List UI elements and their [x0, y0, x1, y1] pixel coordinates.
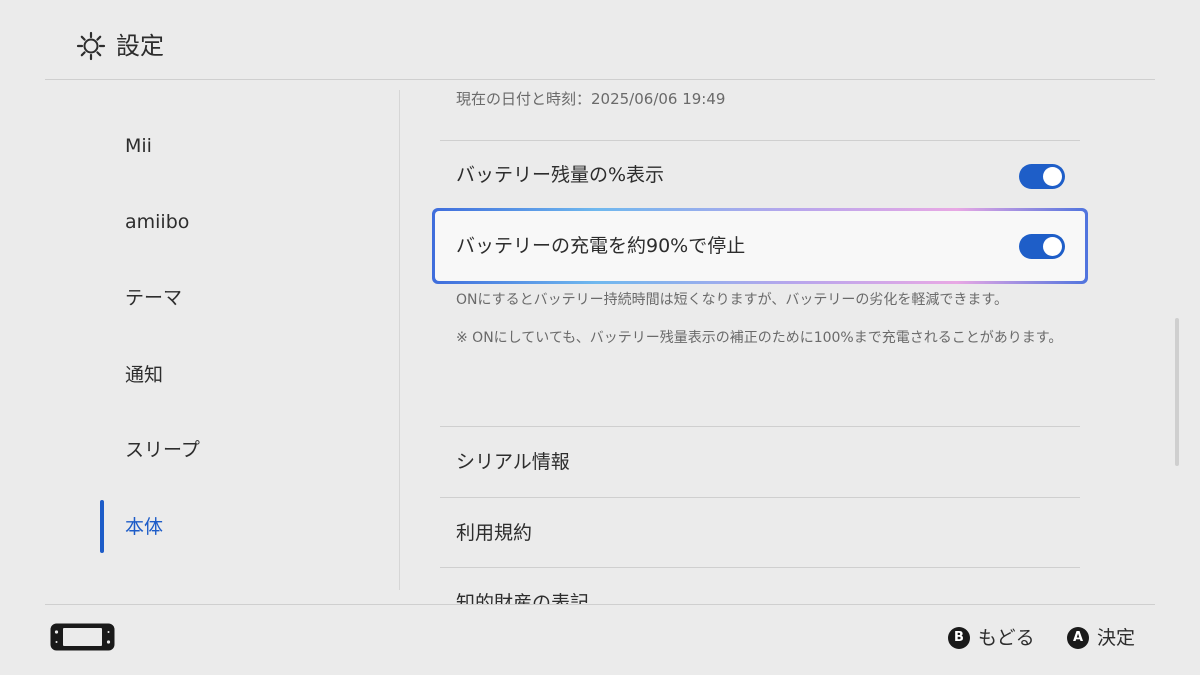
b-button-icon: B — [948, 627, 970, 649]
battery-percent-toggle[interactable] — [1019, 164, 1065, 189]
toggle-knob — [1043, 237, 1062, 256]
sidebar-item-sleep[interactable]: スリープ — [125, 437, 200, 463]
confirm-label: 決定 — [1097, 627, 1136, 649]
divider — [440, 140, 1080, 141]
battery-limit-footnote: ※ ONにしていても、バッテリー残量表示の補正のために100%まで充電されること… — [456, 330, 1063, 346]
confirm-button[interactable]: A 決定 — [1067, 626, 1135, 650]
back-button[interactable]: B もどる — [948, 626, 1035, 650]
battery-percent-label[interactable]: バッテリー残量の%表示 — [456, 162, 664, 188]
serial-info-item[interactable]: シリアル情報 — [456, 449, 570, 475]
ip-notice-item[interactable]: 知的財産の表記 — [456, 590, 589, 604]
sidebar-item-theme[interactable]: テーマ — [125, 285, 182, 311]
terms-of-use-item[interactable]: 利用規約 — [456, 520, 532, 546]
gear-icon — [76, 31, 106, 61]
current-date-time: 現在の日付と時刻：2025/06/06 19:49 — [456, 90, 726, 108]
sidebar-item-amiibo[interactable]: amiibo — [125, 209, 189, 235]
a-button-icon: A — [1067, 627, 1089, 649]
battery-limit-toggle[interactable] — [1019, 234, 1065, 259]
back-label: もどる — [978, 627, 1035, 649]
settings-content: 現在の日付と時刻：2025/06/06 19:49 バッテリー残量の%表示 バッ… — [400, 80, 1200, 604]
sidebar-item-mii[interactable]: Mii — [125, 133, 152, 159]
sidebar-item-system[interactable]: 本体 — [125, 514, 163, 540]
battery-limit-description: ONにするとバッテリー持続時間は短くなりますが、バッテリーの劣化を軽減できます。 — [456, 292, 1008, 308]
sidebar-active-indicator — [100, 500, 104, 553]
toggle-knob — [1043, 167, 1062, 186]
battery-limit-label[interactable]: バッテリーの充電を約90%で停止 — [456, 233, 745, 259]
page-title: 設定 — [116, 32, 164, 60]
header: 設定 — [0, 0, 1200, 80]
divider — [440, 497, 1080, 498]
sidebar: Mii amiibo テーマ 通知 スリープ 本体 — [0, 80, 400, 604]
sidebar-item-notifications[interactable]: 通知 — [125, 362, 163, 388]
divider — [440, 567, 1080, 568]
footer-divider — [45, 604, 1155, 605]
console-icon — [50, 623, 115, 651]
scrollbar[interactable] — [1175, 318, 1179, 466]
divider — [440, 426, 1080, 427]
